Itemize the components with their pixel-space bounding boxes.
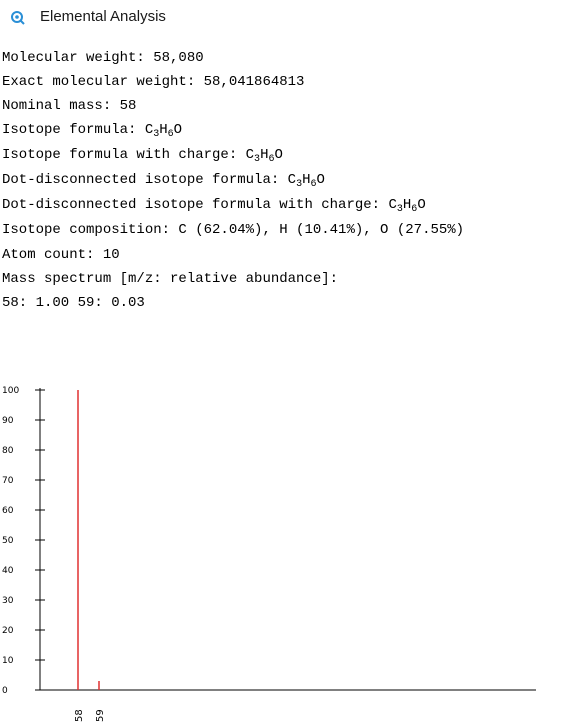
isotope-composition: Isotope composition: C (62.04%), H (10.4… [2, 222, 465, 238]
atom-count: Atom count: 10 [2, 247, 120, 263]
dot-disconnected-isotope-formula-with-charge: Dot-disconnected isotope formula with ch… [2, 193, 563, 218]
formula-h-sub: 6 [268, 154, 275, 165]
y-tick-label: 80 [2, 446, 14, 456]
formula-h-sub: 6 [167, 129, 174, 140]
elemental-analysis-icon [11, 11, 25, 25]
formula-c-sub: 3 [254, 154, 261, 165]
isotope-formula: Isotope formula: C3H6O [2, 118, 563, 143]
formula-h-sub: 6 [411, 204, 418, 215]
formula-c: C [144, 122, 154, 138]
window-title: Elemental Analysis [40, 8, 166, 25]
y-tick-label: 20 [2, 626, 14, 636]
title-bar: Elemental Analysis [0, 0, 563, 34]
mass-spectrum-values: 58: 1.00 59: 0.03 [2, 295, 145, 311]
formula-o: O [173, 122, 183, 138]
molecular-weight: Molecular weight: 58,080 [2, 50, 204, 66]
dot-disconnected-label: Dot-disconnected isotope formula: [2, 172, 288, 188]
analysis-results: Molecular weight: 58,080 Exact molecular… [2, 46, 563, 315]
formula-o: O [274, 147, 283, 163]
formula-c: C [245, 147, 255, 163]
y-tick-label: 60 [2, 506, 14, 516]
mass-spectrum-label: Mass spectrum [m/z: relative abundance]: [2, 271, 339, 287]
y-tick-label: 50 [2, 536, 14, 546]
y-tick-label: 30 [2, 596, 14, 606]
dot-disconnected-isotope-formula: Dot-disconnected isotope formula: C3H6O [2, 168, 563, 193]
nominal-mass: Nominal mass: 58 [2, 98, 137, 114]
formula-c-sub: 3 [296, 179, 303, 190]
isotope-formula-label: Isotope formula: [2, 122, 145, 138]
y-tick-label: 100 [2, 386, 19, 396]
formula-c: C [388, 197, 397, 213]
formula-h-sub: 6 [310, 179, 317, 190]
formula-o: O [417, 197, 426, 213]
isotope-formula-charge-label: Isotope formula with charge: [2, 147, 246, 163]
y-tick-label: 0 [2, 686, 8, 696]
formula-o: O [316, 172, 325, 188]
y-tick-label: 70 [2, 476, 14, 486]
formula-c-sub: 3 [396, 204, 403, 215]
formula-h: H [159, 122, 168, 138]
x-tick-label: 59 [95, 709, 106, 722]
exact-molecular-weight: Exact molecular weight: 58,041864813 [2, 74, 305, 90]
formula-c: C [287, 172, 297, 188]
y-tick-label: 40 [2, 566, 14, 576]
mass-spectrum-chart: 0 10 20 30 40 50 60 70 80 90 100 58 59 [2, 386, 536, 722]
x-tick-label: 58 [74, 709, 85, 722]
formula-c-sub: 3 [153, 129, 160, 140]
isotope-formula-with-charge: Isotope formula with charge: C3H6O [2, 143, 563, 168]
y-tick-label: 10 [2, 656, 14, 666]
y-tick-label: 90 [2, 416, 14, 426]
dot-disconnected-charge-label: Dot-disconnected isotope formula with ch… [2, 197, 389, 213]
